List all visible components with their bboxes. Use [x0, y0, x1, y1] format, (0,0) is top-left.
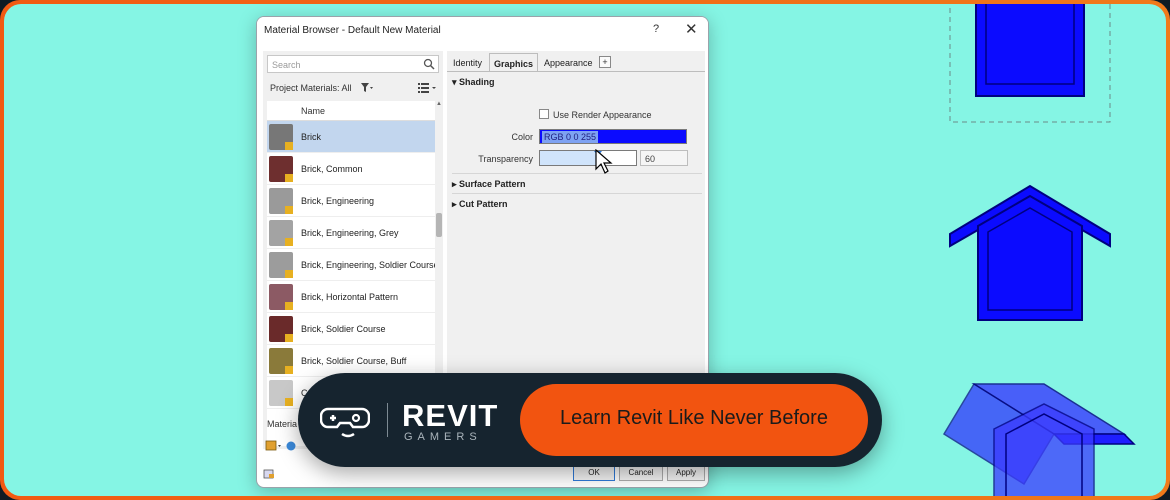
project-materials-label: Project Materials: All [270, 83, 352, 93]
mouse-cursor-icon [595, 149, 613, 174]
promo-banner: REVIT GAMERS Learn Revit Like Never Befo… [298, 373, 882, 467]
material-name: Brick, Engineering, Soldier Course [301, 260, 435, 270]
slider-fill [540, 151, 598, 165]
brand-logo-subtext: GAMERS [404, 431, 482, 443]
column-header-name[interactable]: Name [301, 106, 325, 116]
use-render-appearance-label: Use Render Appearance [553, 110, 652, 120]
material-swatch-icon [269, 348, 293, 374]
shading-section-header[interactable]: ▾ Shading [452, 77, 495, 88]
filter-icon[interactable] [360, 82, 374, 94]
material-name: Brick, Engineering [301, 196, 375, 206]
project-materials-bar: Project Materials: All [267, 79, 439, 97]
material-name: Brick [301, 132, 321, 142]
cut-pattern-label: Cut Pattern [459, 199, 508, 209]
use-render-appearance-checkbox[interactable] [539, 109, 549, 119]
apply-button[interactable]: Apply [667, 465, 705, 481]
shading-header-label: Shading [459, 77, 495, 87]
list-view-icon[interactable] [417, 82, 439, 94]
material-name: Brick, Engineering, Grey [301, 228, 399, 238]
material-swatch-icon [269, 124, 293, 150]
material-swatch-icon [269, 156, 293, 182]
transparency-label: Transparency [478, 154, 533, 164]
cta-label: Learn Revit Like Never Before [560, 407, 828, 429]
ok-button[interactable]: OK [573, 465, 615, 481]
scrollbar-thumb[interactable] [436, 213, 442, 237]
add-tab-button[interactable]: + [599, 56, 611, 68]
list-header: Name [267, 101, 435, 121]
material-name: Brick, Common [301, 164, 363, 174]
tab-appearance[interactable]: Appearance [540, 53, 597, 72]
color-label: Color [511, 132, 533, 142]
canvas: Material Browser - Default New Material … [4, 4, 1166, 496]
color-swatch-field[interactable]: RGB 0 0 255 [539, 129, 687, 144]
material-row[interactable]: Brick, Soldier Course [267, 313, 435, 345]
search-input[interactable]: Search [267, 55, 439, 73]
material-swatch-icon [269, 188, 293, 214]
transparency-slider[interactable] [539, 150, 637, 166]
search-placeholder: Search [272, 60, 301, 70]
banner-divider [387, 403, 388, 437]
house-gable-shape [949, 184, 1111, 321]
material-row[interactable]: Brick, Common [267, 153, 435, 185]
brand-logo-text: REVIT [402, 398, 499, 433]
material-row[interactable]: Brick, Engineering, Soldier Course [267, 249, 435, 281]
library-label: Materia [267, 419, 298, 429]
material-name: Brick, Horizontal Pattern [301, 292, 399, 302]
help-button[interactable]: ? [653, 23, 659, 35]
material-row[interactable]: Brick, Horizontal Pattern [267, 281, 435, 313]
color-value: RGB 0 0 255 [542, 131, 599, 143]
material-swatch-icon [269, 380, 293, 406]
cta-button[interactable]: Learn Revit Like Never Before [520, 384, 868, 456]
cancel-button[interactable]: Cancel [619, 465, 663, 481]
tab-identity[interactable]: Identity [449, 53, 486, 72]
gamepad-icon [320, 407, 370, 438]
house-3d-shape [942, 382, 1136, 496]
surface-pattern-section-header[interactable]: ▸ Surface Pattern [452, 179, 526, 190]
material-row[interactable]: Brick, Engineering [267, 185, 435, 217]
tab-graphics[interactable]: Graphics [489, 53, 539, 72]
scroll-up-icon[interactable]: ▲ [436, 101, 442, 107]
cut-pattern-section-header[interactable]: ▸ Cut Pattern [452, 199, 508, 210]
material-row[interactable]: Brick [267, 121, 435, 153]
material-swatch-icon [269, 252, 293, 278]
material-row[interactable]: Brick, Engineering, Grey [267, 217, 435, 249]
material-name: Brick, Soldier Course [301, 324, 386, 334]
material-editor-icon[interactable] [263, 469, 275, 479]
close-button[interactable]: ✕ [685, 20, 698, 38]
title-bar: Material Browser - Default New Material … [257, 17, 708, 45]
section-divider [452, 173, 702, 174]
material-swatch-icon [269, 316, 293, 342]
library-toolbar-icon[interactable] [265, 439, 305, 453]
dialog-title: Material Browser - Default New Material [264, 25, 441, 36]
material-swatch-icon [269, 284, 293, 310]
transparency-value-field[interactable]: 60 [640, 150, 688, 166]
material-swatch-icon [269, 220, 293, 246]
tab-underline [447, 71, 705, 72]
house-rect-shape [949, 4, 1111, 123]
surface-pattern-label: Surface Pattern [459, 179, 526, 189]
material-name: Brick, Soldier Course, Buff [301, 356, 407, 366]
section-divider [452, 193, 702, 194]
search-icon[interactable] [423, 58, 435, 70]
